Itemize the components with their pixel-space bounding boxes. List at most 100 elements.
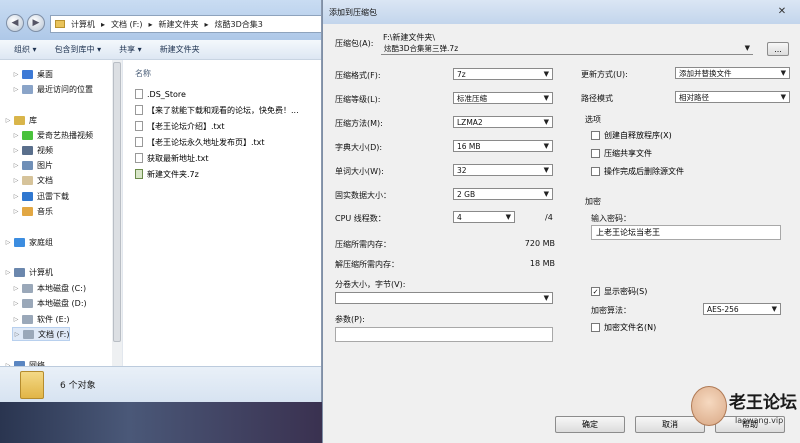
new-folder-button[interactable]: 新建文件夹: [160, 44, 200, 55]
nav-item[interactable]: ▷ 软件 (E:): [12, 312, 70, 326]
archive-label: 压缩包(A):: [335, 39, 374, 48]
close-button[interactable]: ✕: [770, 3, 794, 19]
setting-select[interactable]: 7z ▼: [453, 68, 553, 80]
cpu-threads-label: CPU 线程数：: [335, 214, 386, 223]
nav-item[interactable]: ▷ 文档 (F:): [12, 327, 71, 341]
expand-arrow-icon[interactable]: ▷: [4, 269, 12, 276]
folder-icon: [20, 370, 44, 399]
text-file-icon: [135, 137, 143, 147]
browse-button[interactable]: ...: [767, 42, 789, 56]
compress-memory-label: 压缩所需内存：: [335, 240, 391, 249]
file-row[interactable]: .DS_Store: [135, 87, 186, 101]
nav-item[interactable]: ▷ 爱奇艺热播视频: [12, 128, 93, 142]
expand-arrow-icon[interactable]: ▷: [12, 177, 20, 184]
nav-item[interactable]: ▷ 库: [4, 113, 37, 127]
column-header-name[interactable]: 名称: [135, 68, 151, 79]
scrollbar-thumb[interactable]: [113, 62, 121, 342]
nav-item[interactable]: ▷ 本地磁盘 (C:): [12, 281, 86, 295]
nav-item[interactable]: ▷ 最近访问的位置: [12, 82, 93, 96]
split-size-label: 分卷大小，字节(V):: [335, 280, 406, 289]
archive-name-combo[interactable]: 炫酷3D合集第三弹.7z ▼: [381, 43, 753, 55]
expand-arrow-icon[interactable]: ▷: [12, 193, 20, 200]
nav-item[interactable]: ▷ 迅雷下载: [12, 189, 69, 203]
file-row[interactable]: 新建文件夹.7z: [135, 167, 199, 181]
nav-item-label: 本地磁盘 (C:): [37, 283, 87, 293]
create-sfx-checkbox[interactable]: 创建自释放程序(X): [591, 130, 672, 141]
nav-item-icon: [22, 283, 33, 293]
file-row[interactable]: 【老王论坛介绍】.txt: [135, 119, 225, 133]
checkbox-box[interactable]: [591, 323, 600, 332]
setting-select[interactable]: 32 ▼: [453, 164, 553, 176]
expand-arrow-icon[interactable]: ▷: [13, 331, 21, 338]
path-mode-select[interactable]: 相对路径 ▼: [675, 91, 790, 103]
split-size-select[interactable]: ▼: [335, 292, 553, 304]
address-segment[interactable]: 新建文件夹: [159, 19, 199, 30]
expand-arrow-icon[interactable]: ▷: [12, 147, 20, 154]
expand-arrow-icon[interactable]: ▷: [12, 86, 20, 93]
chevron-down-icon: ▼: [543, 190, 549, 198]
show-password-checkbox[interactable]: ✓ 显示密码(S): [591, 286, 647, 297]
address-segment[interactable]: 炫酷3D合集3: [215, 19, 263, 30]
desktop-background: [0, 402, 322, 443]
expand-arrow-icon[interactable]: ▷: [12, 208, 20, 215]
nav-item[interactable]: ▷ 音乐: [12, 204, 53, 218]
nav-item-label: 音乐: [37, 206, 53, 216]
password-input[interactable]: 上老王论坛当老王: [591, 225, 781, 240]
expand-arrow-icon[interactable]: ▷: [12, 285, 20, 292]
expand-arrow-icon[interactable]: ▷: [12, 132, 20, 139]
watermark-logo: 老王论坛 laowang.vip: [691, 380, 797, 440]
chevron-down-icon: ▼: [543, 94, 549, 102]
setting-select[interactable]: LZMA2 ▼: [453, 116, 553, 128]
expand-arrow-icon[interactable]: ▷: [12, 316, 20, 323]
nav-item[interactable]: ▷ 文档: [12, 173, 53, 187]
expand-arrow-icon[interactable]: ▷: [4, 117, 12, 124]
watermark-name: 老王论坛: [729, 393, 797, 413]
expand-arrow-icon[interactable]: ▷: [12, 162, 20, 169]
encryption-method-value: AES-256: [707, 304, 739, 314]
nav-item[interactable]: ▷ 本地磁盘 (D:): [12, 296, 87, 310]
checkbox-box[interactable]: [591, 149, 600, 158]
nav-item[interactable]: ▷ 计算机: [4, 265, 53, 279]
expand-arrow-icon[interactable]: ▷: [12, 300, 20, 307]
setting-select[interactable]: 2 GB ▼: [453, 188, 553, 200]
back-arrow-icon[interactable]: ◀: [6, 14, 24, 32]
archive-name[interactable]: 炫酷3D合集第三弹.7z: [384, 43, 458, 54]
chevron-down-icon[interactable]: ▼: [745, 43, 750, 54]
expand-arrow-icon[interactable]: ▷: [4, 239, 12, 246]
address-segment[interactable]: 计算机: [71, 19, 95, 30]
path-mode-value: 相对路径: [679, 92, 709, 102]
setting-select[interactable]: 16 MB ▼: [453, 140, 553, 152]
cpu-threads-select[interactable]: 4 ▼: [453, 211, 515, 223]
nav-item[interactable]: ▷ 视频: [12, 143, 53, 157]
include-library-button[interactable]: 包含到库中 ▾: [55, 44, 102, 55]
compress-shared-checkbox[interactable]: 压缩共享文件: [591, 148, 652, 159]
nav-item-label: 图片: [37, 160, 53, 170]
checkbox-box[interactable]: [591, 131, 600, 140]
forward-arrow-icon[interactable]: ▶: [27, 14, 45, 32]
share-button[interactable]: 共享 ▾: [119, 44, 142, 55]
address-segment[interactable]: 文档 (F:): [111, 19, 142, 30]
encrypt-filenames-checkbox[interactable]: 加密文件名(N): [591, 322, 656, 333]
encryption-method-select[interactable]: AES-256 ▼: [703, 303, 781, 315]
expand-arrow-icon[interactable]: ▷: [12, 71, 20, 78]
update-mode-select[interactable]: 添加并替换文件 ▼: [675, 67, 790, 79]
address-bar[interactable]: 计算机 ▸ 文档 (F:) ▸ 新建文件夹 ▸ 炫酷3D合集3: [50, 15, 321, 33]
setting-select[interactable]: 标准压缩 ▼: [453, 92, 553, 104]
nav-item[interactable]: ▷ 桌面: [12, 67, 53, 81]
file-row[interactable]: 【老王论坛永久地址发布页】.txt: [135, 135, 265, 149]
nav-item-icon: [22, 160, 33, 170]
organize-button[interactable]: 组织 ▾: [14, 44, 37, 55]
nav-item[interactable]: ▷ 家庭组: [4, 235, 53, 249]
file-row[interactable]: 获取最新地址.txt: [135, 151, 209, 165]
checkbox-box[interactable]: ✓: [591, 287, 600, 296]
nav-scrollbar[interactable]: [112, 60, 122, 366]
parameters-input[interactable]: [335, 327, 553, 342]
nav-item-label: 爱奇艺热播视频: [37, 130, 93, 140]
explorer-window: ◀ ▶ 计算机 ▸ 文档 (F:) ▸ 新建文件夹 ▸ 炫酷3D合集3 组织 ▾ 包含…: [0, 0, 322, 402]
ok-button[interactable]: 确定: [555, 416, 625, 433]
nav-item[interactable]: ▷ 图片: [12, 158, 53, 172]
nav-item-icon: [22, 191, 33, 201]
delete-after-checkbox[interactable]: 操作完成后删除源文件: [591, 166, 684, 177]
file-row[interactable]: 【来了就能下载和观看的论坛，快免费！...: [135, 103, 299, 117]
checkbox-box[interactable]: [591, 167, 600, 176]
